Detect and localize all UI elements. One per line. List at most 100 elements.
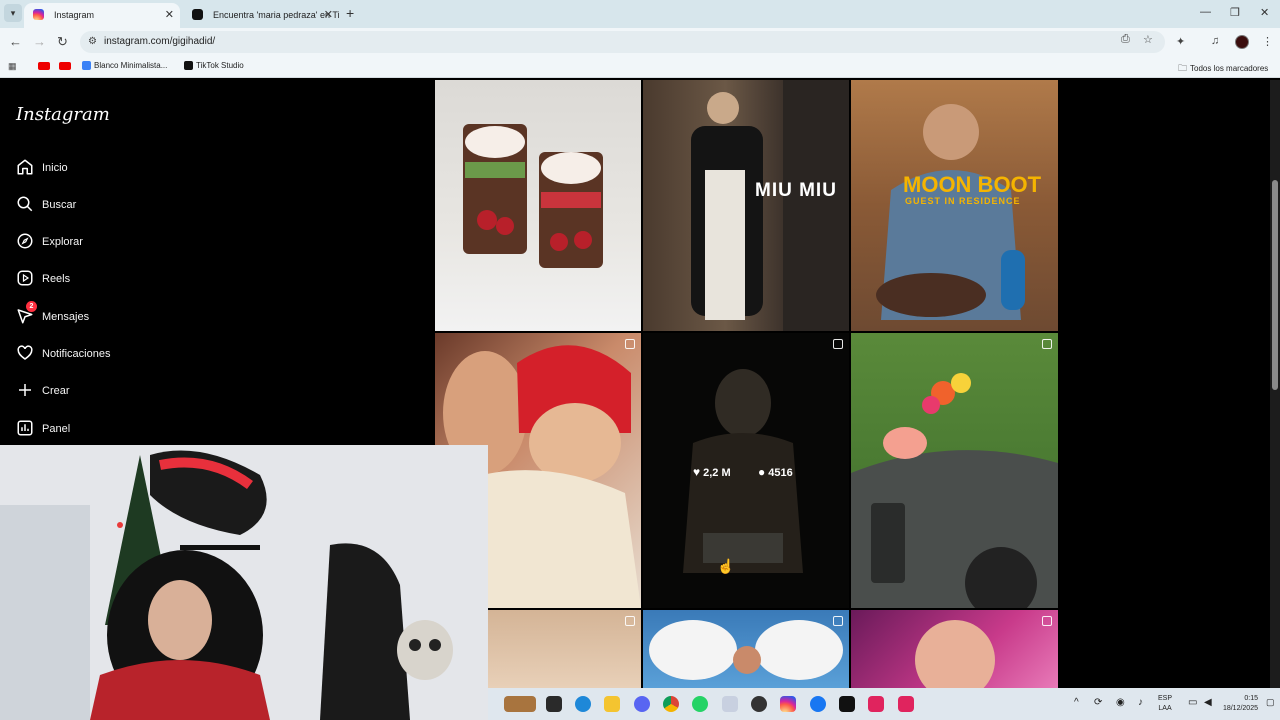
- brand-subtitle: GUEST IN RESIDENCE: [905, 196, 1021, 206]
- tiktok-icon[interactable]: [839, 696, 855, 712]
- snipping-tool-icon[interactable]: [722, 696, 738, 712]
- sidebar-item-label: Notificaciones: [42, 348, 111, 360]
- tiktok-live-icon[interactable]: [868, 696, 884, 712]
- bookmark-star-icon[interactable]: ☆: [1143, 33, 1153, 46]
- microphone-icon[interactable]: ♪: [1138, 697, 1143, 708]
- tab-search-button[interactable]: ▾: [4, 4, 22, 22]
- tiktok-studio-icon[interactable]: [898, 696, 914, 712]
- tab-strip: ▾ Instagram ✕ Encuentra 'maria pedraza' …: [0, 0, 1280, 28]
- tab-instagram[interactable]: Instagram ✕: [24, 3, 180, 28]
- file-explorer-icon[interactable]: [604, 696, 620, 712]
- carousel-icon: [833, 339, 843, 349]
- sidebar-item-label: Explorar: [42, 236, 83, 248]
- notification-badge: 2: [26, 301, 37, 312]
- comments-count: ● 4516: [758, 465, 793, 479]
- bookmark-favicon-icon: [82, 61, 91, 71]
- tiktok-icon: [184, 61, 193, 71]
- instagram-logo[interactable]: Instagram: [16, 104, 110, 125]
- bookmark-blanco[interactable]: Blanco Minimalista...: [82, 61, 167, 71]
- sidebar-item-label: Inicio: [42, 162, 68, 174]
- taskbar: ^ ⟳ ◉ ♪ ESP LAA ▭ ◀ 0:15 18/12/2025 ▢: [488, 688, 1280, 720]
- carousel-icon: [1042, 339, 1052, 349]
- url-text: instagram.com/gigihadid/: [104, 36, 216, 47]
- sidebar-item-label: Reels: [42, 273, 71, 285]
- apps-grid-icon[interactable]: ▦: [8, 61, 17, 72]
- minimize-button[interactable]: —: [1200, 6, 1211, 18]
- brand-text: MIU MIU: [755, 180, 837, 201]
- media-control-icon[interactable]: ♫: [1211, 35, 1219, 47]
- profile-avatar[interactable]: [1235, 35, 1249, 49]
- tab-tiktok[interactable]: Encuentra 'maria pedraza' en TikTok ✕: [183, 3, 339, 28]
- close-tab-icon[interactable]: ✕: [165, 8, 174, 21]
- reload-icon[interactable]: ↻: [57, 34, 68, 50]
- brand-text: MOON BOOT: [903, 172, 1042, 197]
- home-icon: [17, 159, 33, 175]
- taskview-icon[interactable]: [546, 696, 562, 712]
- sidebar-item-label: Mensajes: [42, 311, 90, 323]
- network-icon[interactable]: ◉: [1116, 697, 1125, 708]
- new-tab-button[interactable]: +: [346, 5, 354, 21]
- youtube-bookmark-icon[interactable]: [38, 61, 50, 70]
- search-icon: [17, 196, 33, 212]
- post-tile[interactable]: MOON BOOT GUEST IN RESIDENCE: [851, 80, 1058, 331]
- clock[interactable]: 0:15 18/12/2025: [1218, 694, 1258, 714]
- back-icon[interactable]: ←: [9, 34, 22, 49]
- post-image: [463, 124, 603, 268]
- post-image: [915, 620, 995, 688]
- display-icon[interactable]: ▭: [1188, 697, 1197, 708]
- comment-icon: ●: [758, 465, 766, 479]
- forward-icon[interactable]: →: [33, 34, 46, 49]
- widgets-icon[interactable]: [504, 696, 536, 712]
- volume-icon[interactable]: ◀: [1204, 697, 1212, 708]
- restore-button[interactable]: ❐: [1230, 6, 1240, 19]
- heart-icon: [17, 345, 33, 360]
- instagram-icon[interactable]: [780, 696, 796, 712]
- sidebar-item-label: Buscar: [42, 199, 77, 211]
- menu-icon[interactable]: ⋮: [1262, 35, 1273, 48]
- instagram-favicon-icon: [33, 9, 44, 20]
- edge-icon[interactable]: [575, 696, 591, 712]
- close-window-button[interactable]: ✕: [1260, 6, 1269, 19]
- bookmarks-bar: ▦ Blanco Minimalista... TikTok Studio 🗀 T…: [0, 56, 1280, 78]
- page-scrollbar[interactable]: [1270, 80, 1280, 688]
- webcam-overlay: [0, 445, 488, 720]
- chart-icon: [17, 420, 33, 436]
- reels-icon: [17, 270, 33, 286]
- mouse-cursor-icon: ☝: [717, 558, 735, 574]
- post-tile[interactable]: [435, 80, 641, 331]
- bookmark-tiktok-studio[interactable]: TikTok Studio: [184, 61, 244, 71]
- carousel-icon: [833, 616, 843, 626]
- install-app-icon[interactable]: ⎙: [1121, 33, 1130, 46]
- youtube-bookmark-icon[interactable]: [59, 61, 71, 70]
- post-image: [649, 620, 843, 680]
- site-info-icon[interactable]: ⚙: [88, 36, 97, 47]
- all-bookmarks[interactable]: 🗀 Todos los marcadores: [1178, 61, 1268, 77]
- discord-icon[interactable]: [634, 696, 650, 712]
- post-tile[interactable]: [851, 610, 1058, 688]
- tiktok-favicon-icon: [192, 9, 203, 20]
- whatsapp-icon[interactable]: [692, 696, 708, 712]
- obs-icon[interactable]: [751, 696, 767, 712]
- sync-icon[interactable]: ⟳: [1094, 697, 1102, 708]
- post-tile[interactable]: [851, 333, 1058, 608]
- heart-icon: ♥: [693, 465, 701, 479]
- post-tile[interactable]: MIU MIU: [643, 80, 849, 331]
- extensions-icon[interactable]: ✦: [1176, 35, 1185, 48]
- scrollbar-thumb[interactable]: [1272, 180, 1278, 390]
- notification-icon[interactable]: ▢: [1266, 697, 1275, 708]
- tab-title: Encuentra 'maria pedraza' en TikTok: [213, 10, 339, 20]
- carousel-icon: [625, 339, 635, 349]
- chevron-up-icon[interactable]: ^: [1074, 697, 1079, 708]
- browser-toolbar: ← → ↻ ⚙ instagram.com/gigihadid/ ⎙ ☆ ✦ ♫…: [0, 28, 1280, 56]
- address-bar[interactable]: ⚙ instagram.com/gigihadid/: [80, 31, 1165, 53]
- close-tab-icon[interactable]: ✕: [324, 8, 333, 21]
- facebook-icon[interactable]: [810, 696, 826, 712]
- tab-title: Instagram: [54, 10, 95, 20]
- post-grid: MIU MIU MOON BOOT GUEST IN RESIDENCE ♥ 2…: [435, 80, 1058, 688]
- language-indicator[interactable]: ESP LAA: [1158, 694, 1172, 714]
- carousel-icon: [1042, 616, 1052, 626]
- post-tile[interactable]: [643, 610, 849, 688]
- chrome-icon[interactable]: [663, 696, 679, 712]
- webcam-image: [0, 445, 488, 720]
- post-tile-hovered[interactable]: ♥ 2,2 M ● 4516 ☝: [643, 333, 849, 608]
